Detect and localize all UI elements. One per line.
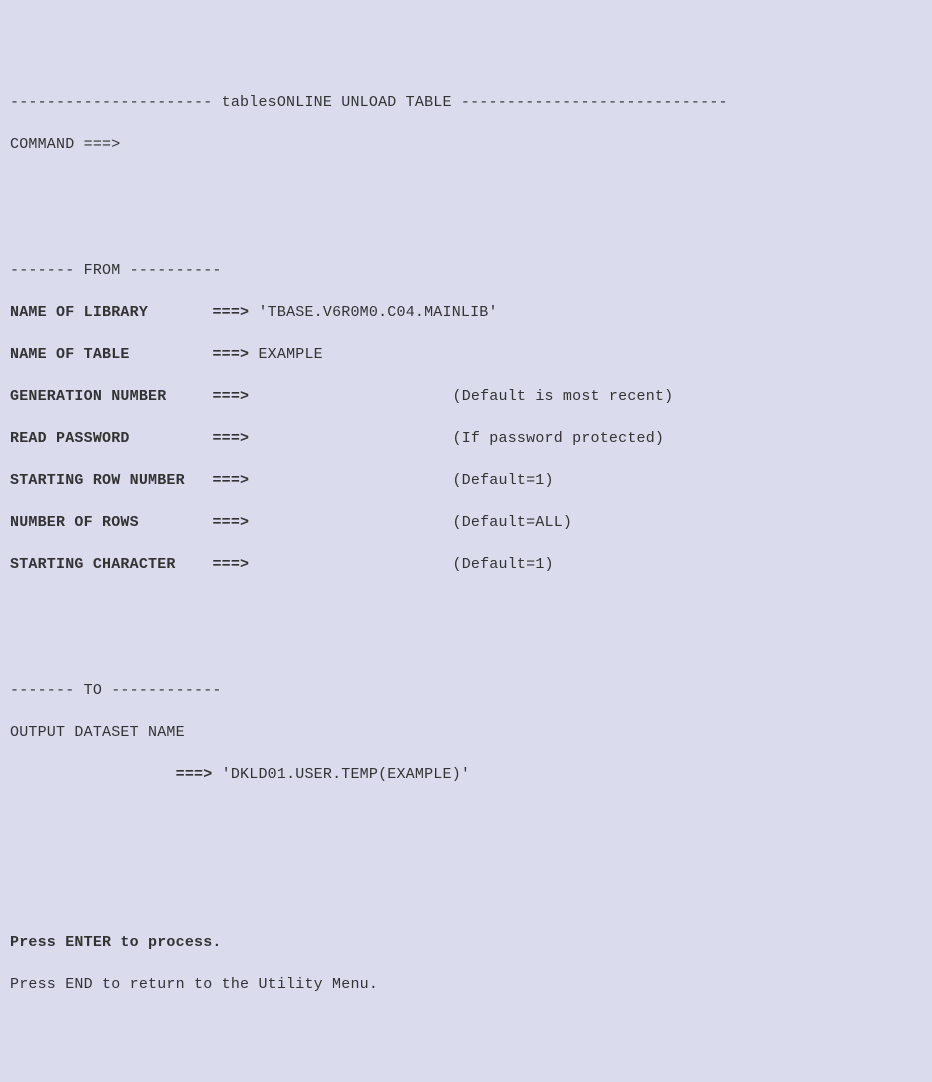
- table-input[interactable]: EXAMPLE: [258, 346, 322, 363]
- library-input[interactable]: 'TBASE.V6R0M0.C04.MAINLIB': [258, 304, 497, 321]
- start-char-label: STARTING CHARACTER: [10, 556, 176, 573]
- generation-label: GENERATION NUMBER: [10, 388, 166, 405]
- arrow-icon: ===>: [212, 472, 249, 489]
- password-label: READ PASSWORD: [10, 430, 130, 447]
- output-input[interactable]: 'DKLD01.USER.TEMP(EXAMPLE)': [222, 766, 470, 783]
- password-hint: (If password protected): [453, 430, 665, 447]
- footer-end: Press END to return to the Utility Menu.: [10, 974, 922, 995]
- arrow-icon: ===>: [176, 766, 213, 783]
- num-rows-hint: (Default=ALL): [453, 514, 573, 531]
- output-label-row: OUTPUT DATASET NAME: [10, 722, 922, 743]
- num-rows-row: NUMBER OF ROWS ===> (Default=ALL): [10, 512, 922, 533]
- arrow-icon: ===>: [212, 556, 249, 573]
- to-divider: ------- TO ------------: [10, 680, 922, 701]
- command-row: COMMAND ===>: [10, 134, 922, 155]
- table-label: NAME OF TABLE: [10, 346, 130, 363]
- start-char-hint: (Default=1): [453, 556, 554, 573]
- arrow-icon: ===>: [212, 304, 249, 321]
- output-value-row: ===> 'DKLD01.USER.TEMP(EXAMPLE)': [10, 764, 922, 785]
- table-row: NAME OF TABLE ===> EXAMPLE: [10, 344, 922, 365]
- generation-hint: (Default is most recent): [453, 388, 674, 405]
- title-row: ---------------------- tablesONLINE UNLO…: [10, 92, 922, 113]
- footer-enter: Press ENTER to process.: [10, 932, 922, 953]
- arrow-icon: ===>: [212, 346, 249, 363]
- start-char-row: STARTING CHARACTER ===> (Default=1): [10, 554, 922, 575]
- output-label: OUTPUT DATASET NAME: [10, 724, 185, 741]
- start-row-label: STARTING ROW NUMBER: [10, 472, 185, 489]
- start-row-hint: (Default=1): [452, 472, 553, 489]
- command-label: COMMAND ===>: [10, 136, 120, 153]
- num-rows-label: NUMBER OF ROWS: [10, 514, 139, 531]
- page-title: tablesONLINE UNLOAD TABLE: [222, 94, 452, 111]
- title-dash-right: -----------------------------: [452, 94, 728, 111]
- start-row-row: STARTING ROW NUMBER ===> (Default=1): [10, 470, 922, 491]
- title-dash-left: ----------------------: [10, 94, 222, 111]
- password-row: READ PASSWORD ===> (If password protecte…: [10, 428, 922, 449]
- arrow-icon: ===>: [212, 388, 249, 405]
- arrow-icon: ===>: [212, 514, 249, 531]
- library-label: NAME OF LIBRARY: [10, 304, 148, 321]
- from-divider: ------- FROM ----------: [10, 260, 922, 281]
- library-row: NAME OF LIBRARY ===> 'TBASE.V6R0M0.C04.M…: [10, 302, 922, 323]
- generation-row: GENERATION NUMBER ===> (Default is most …: [10, 386, 922, 407]
- arrow-icon: ===>: [212, 430, 249, 447]
